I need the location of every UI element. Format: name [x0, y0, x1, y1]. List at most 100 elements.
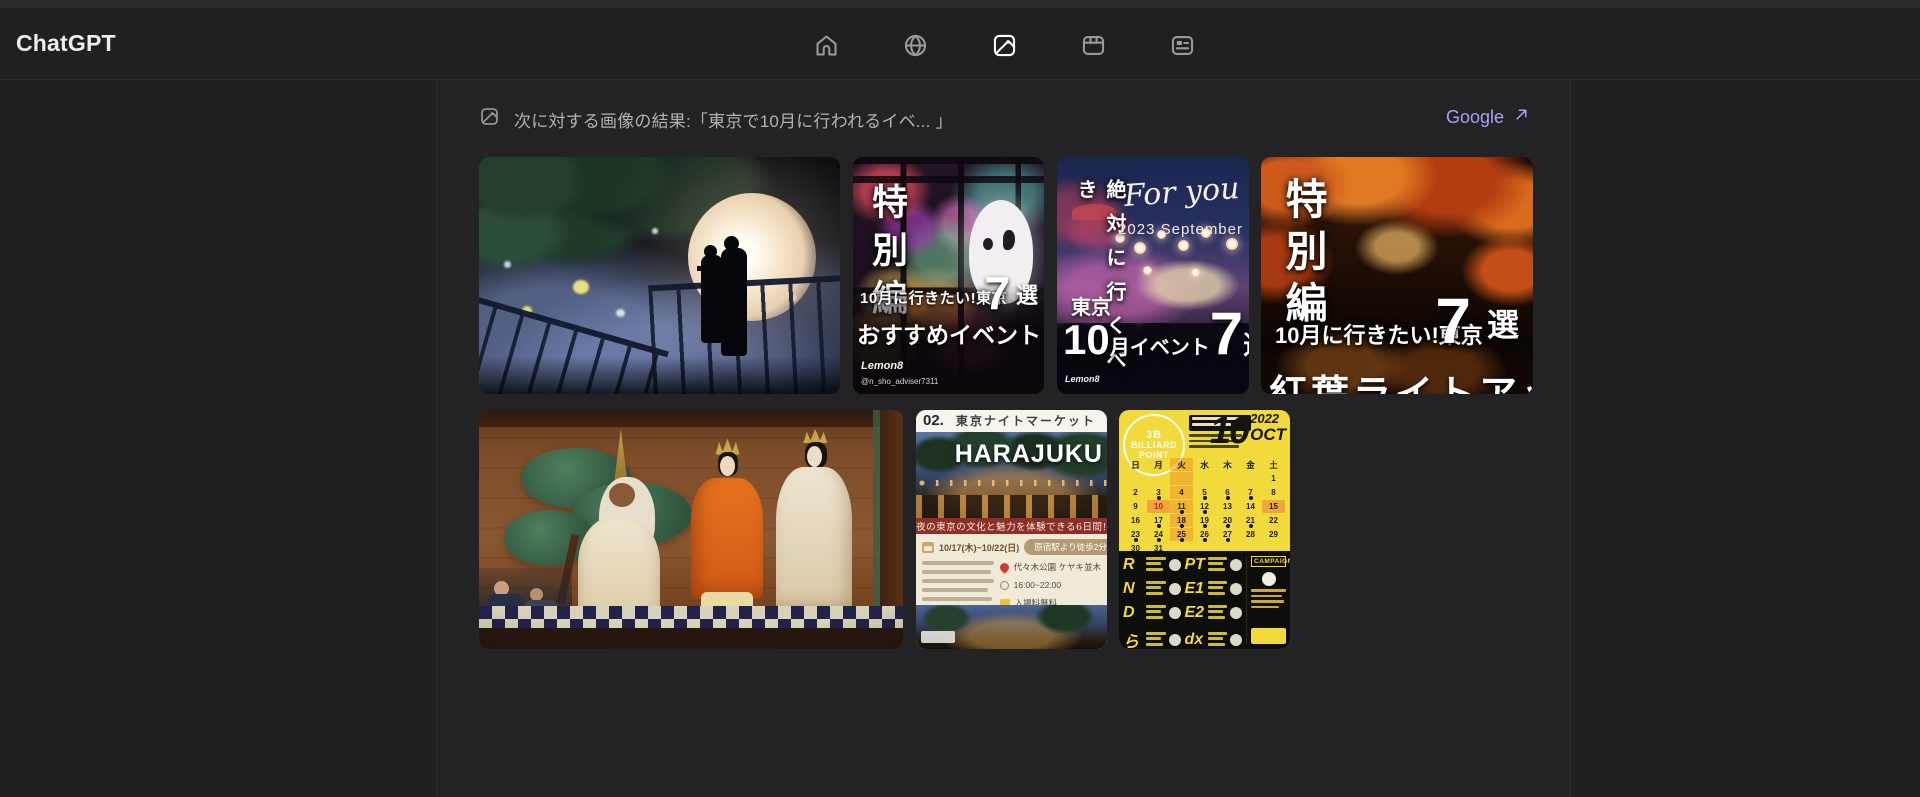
month-label: OCT — [1250, 426, 1286, 443]
calendar-cell: 7 — [1239, 486, 1262, 499]
calendar-cell: 11 — [1170, 500, 1193, 513]
card-big-title: HARAJUKU — [955, 440, 1103, 469]
event-dates: 10/17(木)~10/22(日) — [939, 541, 1019, 554]
calendar-cell: 18 — [1170, 514, 1193, 527]
poster-main-line: 10月イベント7選 — [1063, 299, 1249, 368]
event-letter: E2 — [1185, 604, 1205, 622]
google-link-label: Google — [1446, 107, 1504, 128]
event-logo-circle — [1169, 634, 1181, 646]
campaign-yellow-box — [1251, 628, 1286, 644]
calendar-day-header: 月 — [1147, 458, 1170, 471]
calendar-cell: 24 — [1147, 528, 1170, 541]
poster-line-text: 月イベント — [1110, 337, 1210, 359]
calendar-cell: 4 — [1170, 486, 1193, 499]
calendar-cell — [1124, 472, 1147, 485]
card-number: 02. — [923, 412, 944, 429]
garden-light — [616, 309, 625, 317]
top-bar: ChatGPT — [0, 8, 1920, 79]
google-source-link[interactable]: Google — [1446, 106, 1530, 128]
image-icon — [991, 32, 1018, 64]
string-lights — [916, 480, 1107, 486]
calendar-cell: 20 — [1216, 514, 1239, 527]
image-results-panel: 次に対する画像の結果:「東京で10月に行われるイベ... 」 Google — [436, 80, 1571, 797]
market-photo-top: HARAJUKU — [916, 432, 1107, 518]
calendar-cell: 23 — [1124, 528, 1147, 541]
brand-logo-text: Lemon8 — [861, 360, 903, 372]
poster-line2: おすすめイベント — [857, 316, 1041, 350]
tab-news[interactable] — [1158, 22, 1206, 74]
month-header: 10 2022 OCT — [1210, 412, 1286, 450]
calendar-day-header: 木 — [1216, 458, 1239, 471]
poster-big-number: 7 — [1435, 284, 1471, 358]
result-image-moon-garden[interactable] — [479, 157, 840, 394]
campaign-logo-circle — [1262, 572, 1276, 586]
poster-number10: 10 — [1063, 316, 1110, 363]
event-label-lines — [1208, 581, 1228, 598]
card-info-section: 10/17(木)~10/22(日) 原宿駅より徒歩2分 代々木公園 ケヤキ並木 … — [916, 534, 1107, 605]
calendar-cell: 12 — [1193, 500, 1216, 513]
campaign-column: CAMPAIGN — [1246, 556, 1286, 644]
calendar-cell: 15 — [1262, 500, 1285, 513]
poster-big-number: 7 — [984, 266, 1010, 320]
person-silhouette-body — [721, 248, 747, 356]
event-letter: PT — [1185, 556, 1205, 574]
tab-images[interactable] — [980, 22, 1028, 74]
calendar-cell: 6 — [1216, 486, 1239, 499]
clock-icon — [1000, 581, 1009, 590]
tab-apps[interactable] — [1069, 22, 1117, 74]
event-entry: dx — [1185, 628, 1243, 649]
calendar-day-header: 火 — [1170, 458, 1193, 471]
event-label-lines — [1208, 557, 1228, 574]
card-header: 02. 東京ナイトマーケット — [916, 410, 1107, 432]
event-entry: ら — [1123, 628, 1181, 649]
event-label-lines — [1208, 632, 1228, 649]
account-handle: @n_sho_adviser7311 — [861, 377, 938, 386]
event-entry: N — [1123, 580, 1181, 598]
event-label-lines — [1146, 581, 1166, 598]
calendar-cell: 5 — [1193, 486, 1216, 499]
small-logo-badge — [921, 631, 955, 643]
news-icon — [1169, 32, 1196, 64]
chatgpt-window: ChatGPT — [0, 0, 1920, 797]
event-entry: D — [1123, 604, 1181, 622]
card-title: 東京ナイトマーケット — [952, 412, 1100, 429]
calendar-cell: 1 — [1262, 472, 1285, 485]
calendar-cell: 14 — [1239, 500, 1262, 513]
calendar-cell — [1193, 472, 1216, 485]
foreground-shadow — [479, 356, 840, 394]
access-pill: 原宿駅より徒歩2分 — [1024, 539, 1107, 555]
month-number: 10 — [1210, 412, 1248, 450]
calendar-cell — [1239, 472, 1262, 485]
event-label-lines — [1146, 632, 1166, 649]
calendar-cell: 27 — [1216, 528, 1239, 541]
external-arrow-icon — [1513, 106, 1530, 128]
calendar-cell: 28 — [1239, 528, 1262, 541]
tab-home[interactable] — [802, 22, 850, 74]
calendar-day-header: 土 — [1262, 458, 1285, 471]
event-label-lines — [1146, 557, 1166, 574]
calendar-day-header: 日 — [1124, 458, 1147, 471]
calendar-cell: 17 — [1147, 514, 1170, 527]
calendar-cell: 9 — [1124, 500, 1147, 513]
result-image-october-calendar[interactable]: 3B BILLIARD POINT 10 2022 OCT 日月火水木金土123… — [1119, 410, 1290, 649]
campaign-label: CAMPAIGN — [1251, 556, 1286, 567]
calendar-cell: 16 — [1124, 514, 1147, 527]
tab-web[interactable] — [891, 22, 939, 74]
result-image-october-events-poster[interactable]: 特別編 10月に行きたい!東京 7 選 おすすめイベント Lemon8 @n_s… — [853, 157, 1044, 394]
calendar-cell: 26 — [1193, 528, 1216, 541]
event-logo-circle — [1230, 559, 1242, 571]
event-letter: dx — [1185, 631, 1205, 649]
result-image-autumn-lightup-poster[interactable]: 特別編 10月に行きたい!東京 7 選 紅葉ライトアップ — [1261, 157, 1533, 394]
result-image-festival-poster[interactable]: 絶対に行くべき For you 2023 September 東京 10月イベン… — [1057, 157, 1249, 394]
globe-icon — [902, 32, 929, 64]
year-label: 2022 — [1250, 412, 1286, 426]
image-result-icon — [479, 106, 500, 132]
event-letter: ら — [1123, 628, 1143, 649]
event-place: 代々木公園 ケヤキ並木 — [1014, 561, 1101, 573]
grid-icon — [1080, 32, 1107, 64]
result-image-noh-performance[interactable] — [479, 410, 903, 649]
event-list: RPTNE1DE2らdx — [1123, 556, 1242, 644]
poster-vertical-title: 特別編 — [1273, 177, 1334, 333]
result-image-harajuku-night-market[interactable]: 02. 東京ナイトマーケット HARAJUKU 夜の東京の文化と魅力を体験できる… — [916, 410, 1107, 649]
card-banner: 夜の東京の文化と魅力を体験できる6日間! — [916, 518, 1107, 535]
